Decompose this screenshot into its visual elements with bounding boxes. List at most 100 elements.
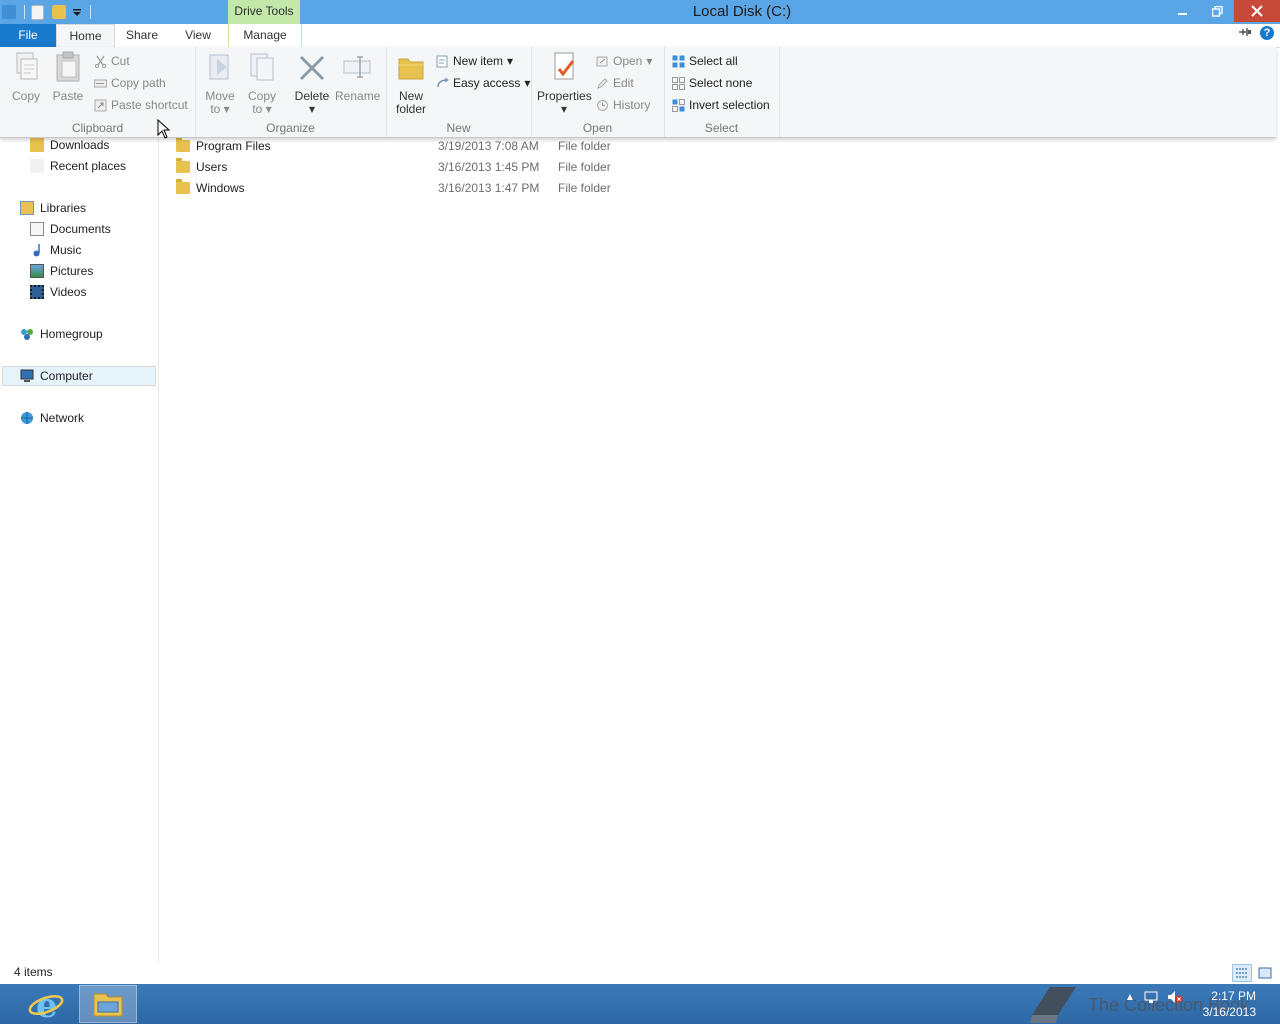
paste-label: Paste (52, 89, 84, 103)
nav-item-label: Network (40, 411, 85, 425)
cut-button[interactable]: Cut (94, 52, 130, 70)
paste-button[interactable]: Paste (50, 51, 86, 103)
paste-shortcut-label: Paste shortcut (111, 98, 188, 112)
copy-button[interactable]: Copy (8, 51, 44, 103)
taskbar: e The Collection Book ▲ 2:17 PM 3/16/201… (0, 984, 1280, 1025)
rename-button[interactable]: Rename (335, 51, 380, 103)
nav-item-homegroup[interactable]: Homegroup (20, 324, 103, 344)
edit-button[interactable]: Edit (596, 74, 634, 92)
help-icon[interactable]: ? (1260, 26, 1274, 40)
organize-group: Move to ▾ Copy to ▾ Delete ▾ Rename Orga… (195, 47, 387, 137)
file-row[interactable]: Windows 3/16/2013 1:47 PM File folder (176, 178, 678, 198)
copy-to-icon (250, 53, 274, 81)
homegroup-icon (20, 327, 34, 341)
scissors-icon (94, 55, 107, 68)
copy-label: Copy (11, 89, 40, 103)
edit-pencil-icon (597, 77, 608, 89)
open-dropdown-arrow: ▾ (646, 54, 653, 68)
minimize-button[interactable] (1166, 0, 1200, 22)
tab-view[interactable]: View (180, 24, 216, 47)
file-name: Windows (196, 181, 245, 195)
nav-item-pictures[interactable]: Pictures (30, 261, 93, 281)
open-label: Open (613, 54, 643, 68)
show-hidden-icons-arrow-icon[interactable]: ▲ (1125, 992, 1135, 1003)
history-icon (597, 99, 608, 111)
tab-manage[interactable]: Manage (228, 24, 302, 47)
delete-button[interactable]: Delete ▾ (293, 51, 331, 116)
file-name: Users (196, 160, 228, 174)
copy-to-button[interactable]: Copy to ▾ (245, 51, 279, 116)
nav-item-downloads[interactable]: Downloads (30, 135, 109, 155)
nav-item-music[interactable]: Music (30, 240, 81, 260)
open-button[interactable]: Open ▾ (596, 52, 652, 70)
file-name-cell: Program Files (176, 136, 438, 156)
nav-item-documents[interactable]: Documents (30, 219, 111, 239)
volume-muted-icon[interactable] (1167, 990, 1183, 1004)
new-group-label: New (446, 121, 471, 135)
documents-icon (30, 222, 44, 236)
tab-home[interactable]: Home (56, 24, 115, 48)
tab-share[interactable]: Share (117, 24, 167, 47)
select-group: Select all Select none Invert selection … (664, 47, 780, 137)
file-row[interactable]: Program Files 3/19/2013 7:08 AM File fol… (176, 136, 678, 156)
expand-ribbon-icon[interactable] (1238, 26, 1252, 40)
file-date: 3/16/2013 1:47 PM (438, 181, 540, 195)
paste-shortcut-button[interactable]: Paste shortcut (94, 96, 188, 114)
file-date: 3/19/2013 7:08 AM (438, 139, 539, 153)
svg-text:e: e (36, 987, 58, 1021)
nav-item-network[interactable]: Network (20, 408, 84, 428)
easy-access-button[interactable]: Easy access ▾ (436, 74, 530, 92)
nav-item-libraries[interactable]: Libraries (20, 198, 86, 218)
clock[interactable]: 2:17 PM 3/16/2013 (1203, 988, 1256, 1020)
file-explorer-icon (93, 993, 123, 1017)
delete-dropdown-arrow[interactable]: ▾ (293, 103, 331, 116)
nav-item-label: Libraries (40, 201, 87, 215)
pictures-icon (30, 264, 44, 278)
select-none-button[interactable]: Select none (672, 74, 752, 92)
properties-dropdown-arrow[interactable]: ▾ (537, 103, 591, 116)
restore-button[interactable] (1200, 0, 1234, 22)
nav-item-label: Downloads (50, 138, 110, 152)
music-note-icon (30, 243, 44, 257)
new-item-button[interactable]: New item ▾ (436, 52, 513, 70)
open-group-label: Open (582, 121, 613, 135)
history-button[interactable]: History (596, 96, 650, 114)
file-type: File folder (558, 181, 611, 195)
tab-file[interactable]: File (0, 24, 56, 47)
nav-item-computer[interactable]: Computer (20, 366, 93, 386)
network-icon (20, 411, 34, 425)
file-explorer-taskbar-button[interactable] (79, 985, 137, 1023)
clock-date: 3/16/2013 (1202, 1005, 1256, 1019)
mouse-cursor-icon (157, 119, 171, 139)
nav-item-recent-places[interactable]: Recent places (30, 156, 126, 176)
easy-access-icon (437, 77, 449, 87)
new-folder-button[interactable]: New folder (392, 51, 430, 116)
nav-item-label: Music (50, 243, 82, 257)
paste-shortcut-icon (94, 99, 107, 111)
select-all-button[interactable]: Select all (672, 52, 738, 70)
move-to-label-line2: to ▾ (210, 102, 230, 116)
new-folder-icon (398, 58, 424, 80)
internet-explorer-icon: e (28, 986, 64, 1025)
details-view-button[interactable] (1232, 964, 1252, 982)
nav-item-videos[interactable]: Videos (30, 282, 86, 302)
videos-icon (30, 285, 44, 299)
folder-icon (176, 179, 190, 194)
large-icons-view-button[interactable] (1255, 964, 1275, 982)
nav-item-label: Homegroup (40, 327, 103, 341)
invert-selection-button[interactable]: Invert selection (672, 96, 770, 114)
internet-explorer-taskbar-button[interactable]: e (28, 986, 64, 1025)
select-all-label: Select all (689, 54, 738, 68)
move-to-button[interactable]: Move to ▾ (203, 51, 237, 116)
close-button[interactable] (1234, 0, 1280, 22)
open-group: Properties ▾ Open ▾ Edit History Open (531, 47, 665, 137)
copy-path-button[interactable]: Copy path (94, 74, 166, 92)
network-status-icon[interactable] (1143, 990, 1159, 1004)
nav-item-label: Pictures (50, 264, 94, 278)
item-count: 4 items (14, 965, 53, 979)
properties-button[interactable]: Properties ▾ (537, 51, 592, 116)
new-folder-label-line2: folder (395, 102, 427, 116)
file-row[interactable]: Users 3/16/2013 1:45 PM File folder (176, 157, 678, 177)
nav-item-label: Videos (50, 285, 87, 299)
select-all-icon (672, 55, 685, 67)
